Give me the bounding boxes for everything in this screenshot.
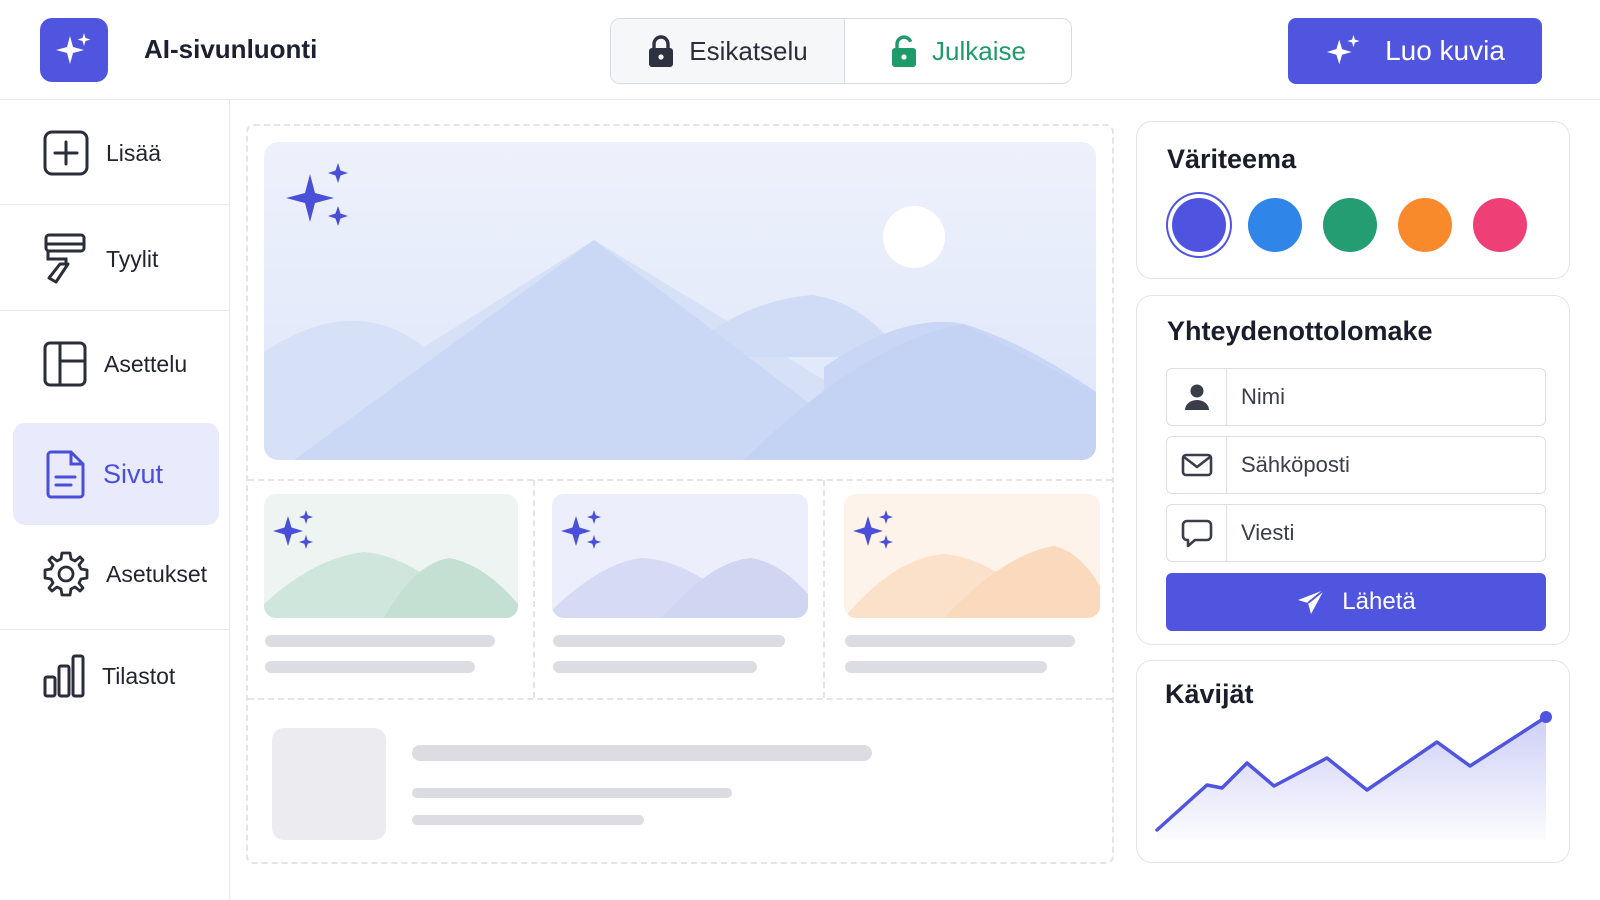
app-logo [40,18,108,82]
sidebar-item-label: Asettelu [104,350,188,377]
bar-chart-icon [43,654,85,698]
sparkle-icon [56,33,91,64]
publish-button[interactable]: Julkaise [845,19,1071,83]
preview-button[interactable]: Esikatselu [611,19,845,83]
sidebar-item-stats[interactable]: Tilastot [0,645,229,707]
text-placeholder [553,661,757,673]
visitors-sparkline [1155,711,1552,840]
publish-label: Julkaise [932,35,1026,66]
send-button[interactable]: Lähetä [1166,573,1546,631]
text-placeholder [412,788,732,798]
sparkle-icon [1326,34,1360,65]
unlock-icon [892,35,917,67]
color-swatch-indigo[interactable] [1172,198,1226,252]
sidebar-item-label: Asetukset [106,560,207,587]
color-swatch-orange[interactable] [1398,198,1452,252]
message-field[interactable]: Viesti [1166,504,1546,562]
paint-roller-icon [44,233,86,284]
sidebar-item-label: Tilastot [102,662,176,689]
text-placeholder [845,635,1075,647]
card-image-placeholder[interactable] [844,494,1100,618]
panel-title: Väriteema [1167,144,1297,174]
hero-image-placeholder[interactable] [264,142,1096,460]
email-field[interactable]: Sähköposti [1166,436,1546,494]
sidebar-item-add[interactable]: Lisää [0,122,229,184]
color-swatch-green[interactable] [1323,198,1377,252]
text-placeholder [845,661,1047,673]
landscape-illustration [264,163,1096,460]
send-icon [1298,589,1325,614]
sidebar-item-label: Lisää [106,139,161,166]
card-image-placeholder[interactable] [264,494,518,618]
sidebar-item-layout[interactable]: Asettelu [0,333,229,395]
page-icon [46,450,85,499]
sidebar-item-label: Sivut [103,458,164,489]
color-swatch-pink[interactable] [1473,198,1527,252]
sidebar-item-styles[interactable]: Tyylit [0,228,229,290]
top-bar: AI-sivunluonti Esikatselu Julkaise Luo k… [0,0,1600,100]
thumbnail-placeholder[interactable] [272,728,386,840]
message-field-placeholder: Viesti [1241,520,1295,545]
text-placeholder [412,745,872,761]
card-image-placeholder[interactable] [552,494,808,618]
app-title: AI-sivunluonti [144,34,318,64]
sparkle-icon [286,163,348,226]
name-field-placeholder: Nimi [1241,384,1285,409]
lock-icon [649,35,674,67]
gear-icon [43,551,89,597]
sidebar-item-pages[interactable]: Sivut [13,423,219,525]
text-placeholder [412,815,644,825]
sidebar-item-settings[interactable]: Asetukset [0,543,229,605]
person-icon [1167,369,1227,425]
sidebar: Lisää Tyylit Asettelu Sivut Asetukset Ti… [0,100,230,900]
name-field[interactable]: Nimi [1166,368,1546,426]
text-placeholder [265,635,495,647]
color-swatch-blue[interactable] [1248,198,1302,252]
create-images-label: Luo kuvia [1385,35,1505,66]
send-label: Lähetä [1342,588,1416,615]
text-placeholder [553,635,785,647]
preview-publish-toggle: Esikatselu Julkaise [610,18,1072,84]
email-field-placeholder: Sähköposti [1241,452,1350,477]
mail-icon [1167,437,1227,493]
text-placeholder [265,661,475,673]
panel-title: Yhteydenottolomake [1167,316,1433,346]
add-icon [43,130,89,176]
preview-label: Esikatselu [689,35,808,66]
chat-icon [1167,505,1227,561]
layout-icon [43,341,87,387]
sidebar-item-label: Tyylit [106,245,159,272]
create-images-button[interactable]: Luo kuvia [1288,18,1542,84]
